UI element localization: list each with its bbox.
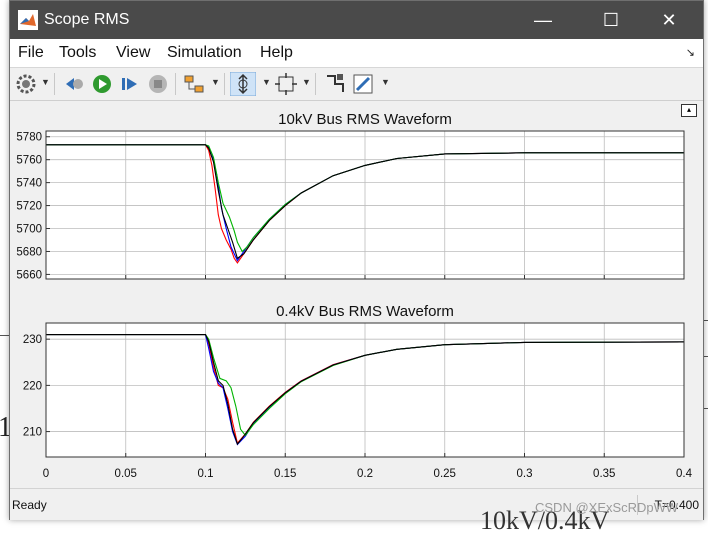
- x-tick-label: 0: [43, 468, 49, 480]
- plot-area: ▴ 10kV Bus RMS Waveform 5780 5760 5740 5720 5…: [10, 101, 703, 487]
- title-bar[interactable]: Scope RMS — ☐ ✕: [10, 1, 703, 39]
- window-title: Scope RMS: [44, 11, 130, 28]
- cursor-measure-icon[interactable]: [323, 72, 347, 96]
- x-tick-label: 0.35: [593, 468, 615, 480]
- x-tick-label: 0.15: [274, 468, 296, 480]
- y-tick-label: 5720: [16, 201, 42, 213]
- stop-icon[interactable]: [146, 72, 170, 96]
- x-tick-label: 0.05: [115, 468, 137, 480]
- highlight-dropdown-icon[interactable]: ▼: [211, 77, 220, 87]
- x-tick-label: 0.25: [434, 468, 456, 480]
- y-tick-label: 5740: [16, 178, 42, 190]
- menu-file[interactable]: File: [18, 44, 44, 62]
- toolbar-separator: [54, 73, 55, 95]
- x-tick-label: 0.3: [517, 468, 533, 480]
- settings-dropdown-icon[interactable]: ▼: [41, 77, 50, 87]
- background-line: [0, 335, 9, 336]
- toolbar-separator: [315, 73, 316, 95]
- toolbar-separator: [175, 73, 176, 95]
- y-tick-label: 5760: [16, 155, 42, 167]
- matlab-logo-icon: [18, 10, 38, 30]
- highlight-block-icon[interactable]: [182, 72, 206, 96]
- toolbar-separator: [224, 73, 225, 95]
- step-forward-icon[interactable]: [118, 72, 142, 96]
- undock-icon[interactable]: ▴: [681, 104, 697, 117]
- menu-bar: File Tools View Simulation Help ↘: [10, 39, 703, 68]
- chart-title: 0.4kV Bus RMS Waveform: [276, 303, 454, 320]
- x-tick-label: 0.2: [357, 468, 373, 480]
- menu-help[interactable]: Help: [260, 44, 293, 62]
- close-button[interactable]: ✕: [646, 1, 692, 39]
- chart-title: 10kV Bus RMS Waveform: [278, 111, 452, 128]
- zoom-icon[interactable]: [230, 72, 256, 96]
- y-tick-label: 5660: [16, 269, 42, 281]
- minimize-button[interactable]: —: [520, 1, 566, 39]
- y-tick-label: 220: [23, 380, 42, 392]
- autoscale-icon[interactable]: [274, 72, 298, 96]
- run-icon[interactable]: [90, 72, 114, 96]
- menu-view[interactable]: View: [116, 44, 150, 62]
- gear-icon[interactable]: [14, 72, 38, 96]
- y-tick-label: 230: [23, 334, 42, 346]
- menu-tools[interactable]: Tools: [59, 44, 96, 62]
- status-text: Ready: [12, 498, 47, 512]
- autoscale-dropdown-icon[interactable]: ▼: [302, 77, 311, 87]
- style-dropdown-icon[interactable]: ▼: [381, 77, 390, 87]
- watermark: CSDN @XExScRDpWW: [535, 500, 679, 515]
- maximize-button[interactable]: ☐: [588, 1, 634, 39]
- scope-plots: 10kV Bus RMS Waveform 5780 5760 5740 5720 570…: [16, 111, 693, 480]
- scope-window: Scope RMS — ☐ ✕ File Tools View Simulati…: [9, 0, 704, 520]
- y-tick-label: 5680: [16, 246, 42, 258]
- y-tick-label: 5700: [16, 224, 42, 236]
- style-edit-icon[interactable]: [351, 72, 375, 96]
- zoom-dropdown-icon[interactable]: ▼: [262, 77, 271, 87]
- menu-simulation[interactable]: Simulation: [167, 44, 242, 62]
- y-tick-label: 210: [23, 427, 42, 439]
- toolbar: ▼ ▼ ▼ ▼ ▼: [10, 68, 703, 101]
- y-tick-label: 5780: [16, 132, 42, 144]
- step-back-icon[interactable]: [62, 72, 86, 96]
- x-tick-label: 0.1: [198, 468, 214, 480]
- pin-icon[interactable]: ↘: [686, 46, 695, 59]
- x-tick-label: 0.4: [676, 468, 693, 480]
